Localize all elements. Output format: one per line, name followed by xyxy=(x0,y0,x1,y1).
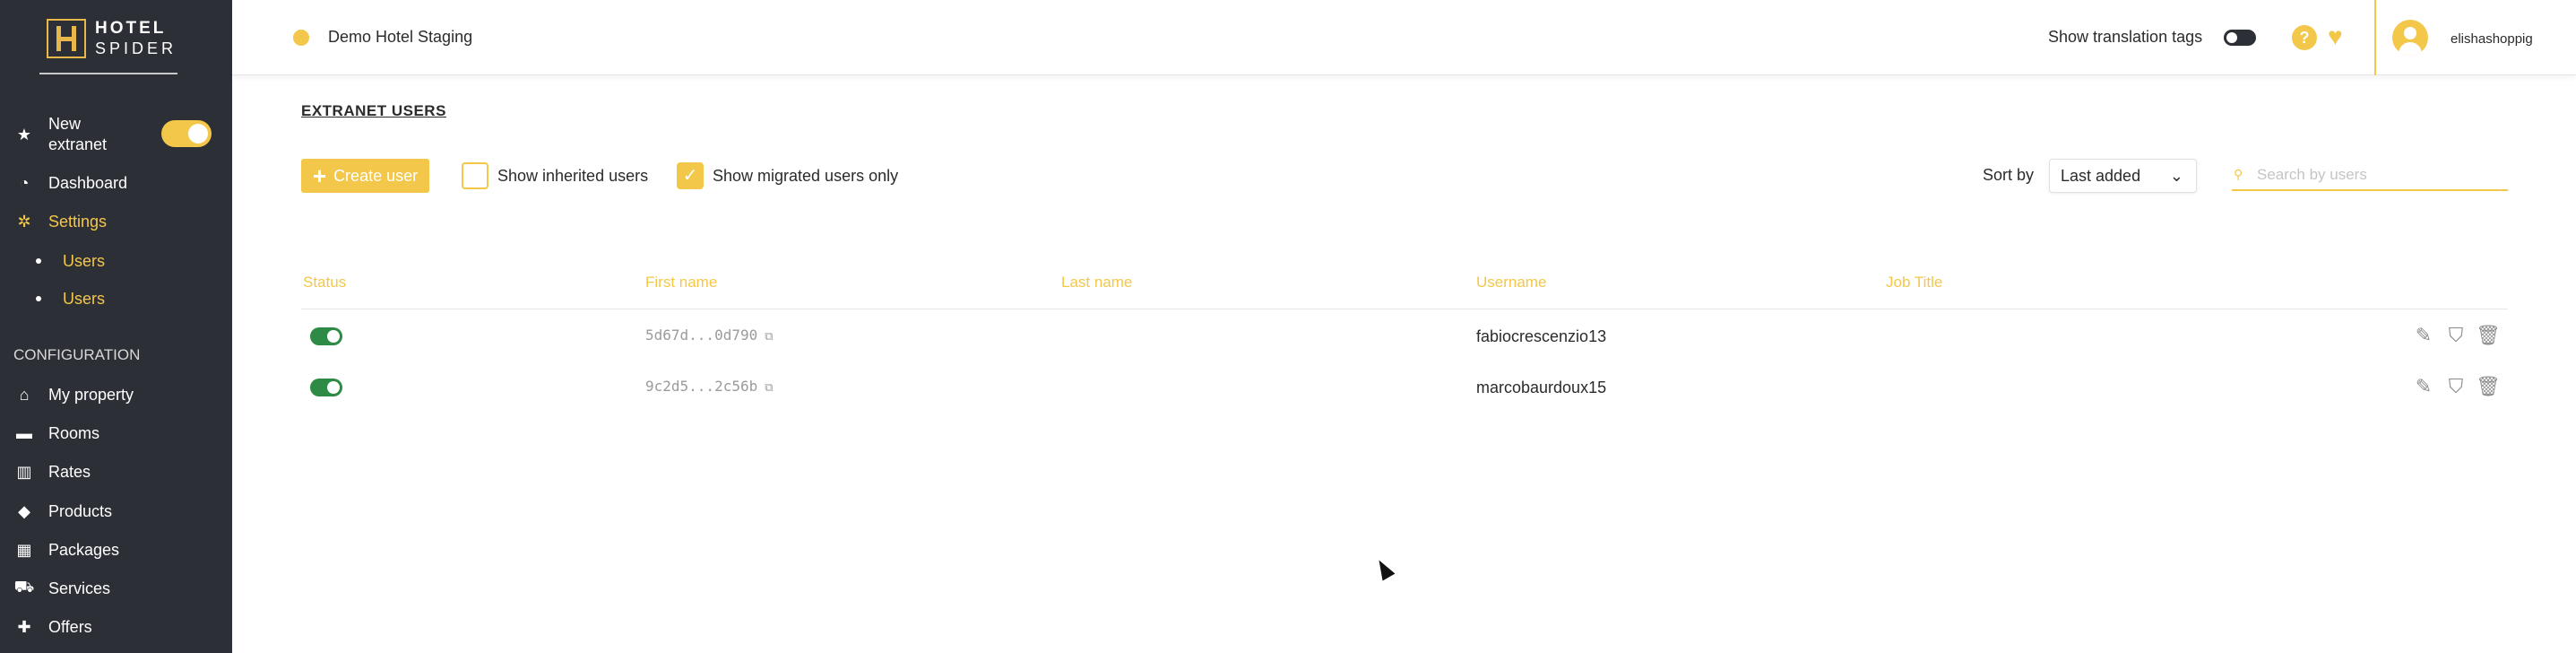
username-cell: marcobaurdoux15 xyxy=(1476,379,1607,396)
logo-line2: SPIDER xyxy=(95,39,177,57)
page-title: EXTRANET USERS xyxy=(301,102,446,119)
toggle-knob xyxy=(188,124,208,144)
columns-icon: ▥ xyxy=(16,462,32,481)
user-id-text: 5d67d...0d790 xyxy=(645,326,758,344)
show-migrated-checkbox[interactable]: ✓ xyxy=(677,162,704,189)
logo-divider xyxy=(39,73,177,74)
column-header-status[interactable]: Status xyxy=(303,274,346,292)
sidebar-subitem-users-2[interactable]: Users xyxy=(36,285,105,312)
sidebar-item-services[interactable]: ⛟ Services xyxy=(0,572,110,605)
hotel-status-dot xyxy=(293,30,309,46)
plus-icon: + xyxy=(312,162,327,189)
sidebar-item-settings[interactable]: ✲ Settings xyxy=(0,205,107,238)
status-toggle[interactable] xyxy=(310,379,342,396)
copy-icon[interactable]: ⧉ xyxy=(765,330,773,344)
search-icon: ⚲ xyxy=(2234,167,2243,181)
hotel-name[interactable]: Demo Hotel Staging xyxy=(328,28,472,47)
show-inherited-label: Show inherited users xyxy=(497,166,649,185)
sort-by-select[interactable]: Last added ⌄ xyxy=(2049,159,2197,193)
sidebar-item-label: Rates xyxy=(48,462,91,481)
search-input[interactable] xyxy=(2257,165,2499,184)
shield-icon[interactable]: ⛉ xyxy=(2443,374,2468,399)
create-user-label: Create user xyxy=(333,166,419,185)
chevron-down-icon: ⌄ xyxy=(2169,167,2183,185)
sidebar-item-label: Settings xyxy=(48,212,108,231)
star-icon: ★ xyxy=(16,125,32,144)
sidebar-item-label: My property xyxy=(48,385,134,404)
trash-icon[interactable]: 🗑 xyxy=(2476,374,2501,399)
configuration-section-title: CONFIGURATION xyxy=(13,346,141,363)
column-header-last-name[interactable]: Last name xyxy=(1061,274,1132,292)
sidebar-item-label: Offers xyxy=(48,617,92,636)
toggle-knob xyxy=(2226,32,2237,43)
shield-icon[interactable]: ⛉ xyxy=(2443,323,2468,348)
gift-icon: ✚ xyxy=(17,617,31,636)
dashboard-icon: ◔ xyxy=(19,173,30,192)
edit-icon[interactable]: ✎ xyxy=(2411,323,2436,348)
gear-icon: ✲ xyxy=(17,212,31,231)
column-header-first-name[interactable]: First name xyxy=(645,274,717,292)
sidebar-item-products[interactable]: ◆ Products xyxy=(0,495,112,527)
show-inherited-users[interactable]: Show inherited users xyxy=(462,162,648,189)
help-icon[interactable]: ? xyxy=(2292,25,2317,50)
show-migrated-label: Show migrated users only xyxy=(713,166,899,185)
edit-icon[interactable]: ✎ xyxy=(2411,374,2436,399)
sidebar-item-offers[interactable]: ✚ Offers xyxy=(0,611,92,643)
topbar: Demo Hotel Staging Show translation tags… xyxy=(232,0,2576,75)
new-extranet-label-2: extranet xyxy=(48,135,108,153)
bullet-icon xyxy=(36,258,41,264)
topbar-divider xyxy=(2374,0,2376,75)
column-header-job-title[interactable]: Job Title xyxy=(1886,274,1942,292)
sort-by-label: Sort by xyxy=(1983,166,2035,184)
sidebar-item-rooms[interactable]: ▬ Rooms xyxy=(0,417,99,449)
sidebar-item-dashboard[interactable]: ◔ Dashboard xyxy=(0,167,128,199)
sidebar-item-label: Products xyxy=(48,501,113,520)
sort-by-value: Last added xyxy=(2061,166,2141,185)
translation-tags-toggle[interactable] xyxy=(2224,30,2256,46)
mouse-cursor-icon xyxy=(1372,556,1396,581)
sidebar-subitem-users-1[interactable]: Users xyxy=(36,248,105,274)
check-icon: ✓ xyxy=(682,166,698,186)
status-toggle[interactable] xyxy=(310,327,342,345)
show-migrated-users[interactable]: ✓ Show migrated users only xyxy=(677,162,898,189)
sidebar-item-label: Packages xyxy=(48,540,120,559)
create-user-button[interactable]: + Create user xyxy=(301,159,429,193)
heart-icon[interactable]: ♥ xyxy=(2328,23,2355,50)
search-users[interactable]: ⚲ xyxy=(2232,160,2508,191)
cart-icon: ⛟ xyxy=(13,578,35,596)
bullet-icon xyxy=(36,296,41,301)
sidebar: HOTEL SPIDER ★ New extranet ◔ Dashboard … xyxy=(0,0,232,653)
trash-icon[interactable]: 🗑 xyxy=(2476,323,2501,348)
hotel-spider-logo[interactable]: HOTEL SPIDER xyxy=(47,16,181,61)
tags-icon: ◆ xyxy=(18,501,30,520)
column-header-username[interactable]: Username xyxy=(1476,274,1546,292)
user-id-text: 9c2d5...2c56b xyxy=(645,378,758,395)
bed-icon: ▬ xyxy=(16,423,32,442)
new-extranet-label-1: New xyxy=(48,115,82,133)
sidebar-subitem-label: Users xyxy=(63,251,106,270)
new-extranet-item: ★ New extranet xyxy=(0,113,107,156)
boxes-icon: ▦ xyxy=(16,540,32,559)
sidebar-subitem-label: Users xyxy=(63,289,106,308)
sidebar-item-label: Dashboard xyxy=(48,173,128,192)
first-name-cell: 9c2d5...2c56b ⧉ xyxy=(645,378,774,395)
sidebar-item-rates[interactable]: ▥ Rates xyxy=(0,456,91,488)
username-cell: fabiocrescenzio13 xyxy=(1476,327,1607,345)
sidebar-item-label: Rooms xyxy=(48,423,100,442)
first-name-cell: 5d67d...0d790 ⧉ xyxy=(645,326,774,344)
sidebar-item-my-property[interactable]: ⌂ My property xyxy=(0,379,134,411)
copy-icon[interactable]: ⧉ xyxy=(765,381,773,395)
avatar[interactable] xyxy=(2392,20,2428,56)
logo-mark-icon xyxy=(47,19,86,58)
show-inherited-checkbox[interactable] xyxy=(462,162,488,189)
sidebar-item-packages[interactable]: ▦ Packages xyxy=(0,534,119,566)
logo-line1: HOTEL xyxy=(95,19,167,38)
username[interactable]: elishashoppig xyxy=(2451,31,2533,47)
sidebar-item-label: Services xyxy=(48,579,111,597)
new-extranet-toggle[interactable] xyxy=(161,120,212,147)
home-icon: ⌂ xyxy=(19,385,30,404)
translation-tags-label: Show translation tags xyxy=(2048,28,2203,46)
